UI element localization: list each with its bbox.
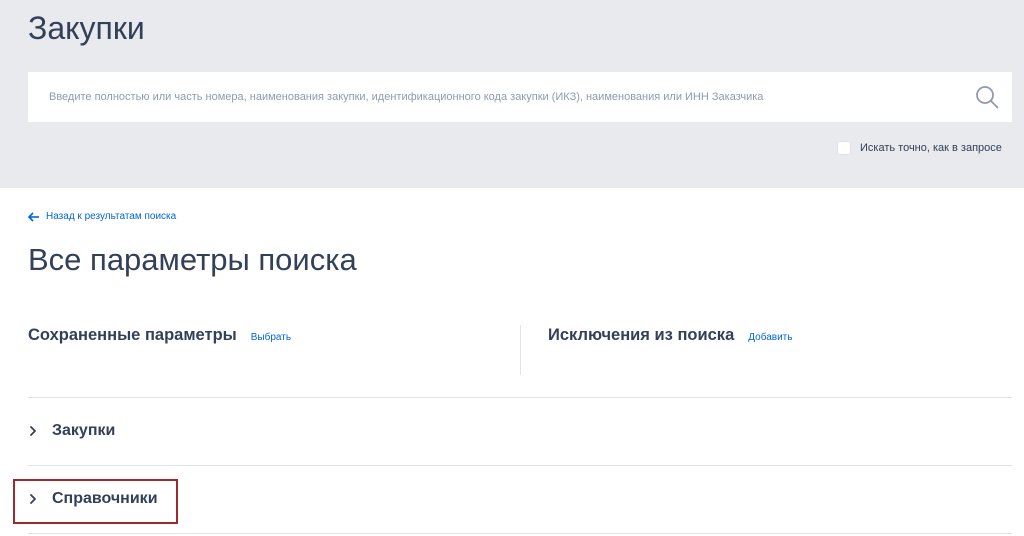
highlight-frame xyxy=(13,479,178,524)
exclusions-block: Исключения из поиска Добавить xyxy=(548,326,792,345)
accordion-label: Закупки xyxy=(52,422,116,439)
arrow-left-icon xyxy=(28,211,39,222)
search-box xyxy=(28,72,1012,122)
exact-match-label: Искать точно, как в запросе xyxy=(860,142,1002,154)
select-saved-params-link[interactable]: Выбрать xyxy=(251,332,291,343)
search-icon[interactable] xyxy=(975,85,999,109)
vertical-divider xyxy=(520,325,521,375)
add-exclusion-link[interactable]: Добавить xyxy=(748,332,792,343)
exact-match-option[interactable]: Искать точно, как в запросе xyxy=(837,140,1002,156)
accordion-purchases[interactable]: Закупки xyxy=(28,398,1012,464)
search-input[interactable] xyxy=(28,72,958,122)
back-to-results-label: Назад к результатам поиска xyxy=(46,211,177,222)
chevron-right-icon xyxy=(30,426,36,436)
back-to-results-link[interactable]: Назад к результатам поиска xyxy=(28,211,176,222)
page-title: Все параметры поиска xyxy=(28,242,357,277)
exact-match-checkbox[interactable] xyxy=(837,141,851,155)
saved-params-block: Сохраненные параметры Выбрать xyxy=(28,326,291,345)
divider xyxy=(28,533,1012,534)
saved-params-title: Сохраненные параметры xyxy=(28,326,237,344)
page-heading: Закупки xyxy=(28,10,145,46)
exclusions-title: Исключения из поиска xyxy=(548,326,735,344)
